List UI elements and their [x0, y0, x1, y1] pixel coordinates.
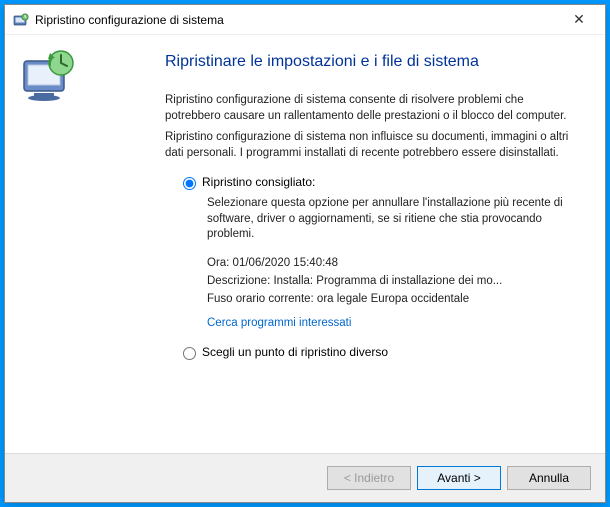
description-1: Ripristino configurazione di sistema con…: [165, 93, 577, 124]
side-graphic-area: [5, 35, 155, 453]
close-button[interactable]: ✕: [559, 6, 599, 34]
affected-programs-link[interactable]: Cerca programmi interessati: [207, 317, 351, 329]
restore-options: Ripristino consigliato: Selezionare ques…: [165, 175, 577, 360]
choose-restore-point-label: Scegli un punto di ripristino diverso: [202, 345, 388, 359]
recommended-restore-option[interactable]: Ripristino consigliato:: [183, 175, 577, 190]
system-restore-dialog: Ripristino configurazione di sistema ✕ R…: [4, 4, 606, 503]
main-content: Ripristinare le impostazioni e i file di…: [155, 35, 605, 453]
window-title: Ripristino configurazione di sistema: [35, 13, 559, 27]
dialog-footer: < Indietro Avanti > Annulla: [5, 453, 605, 502]
next-button[interactable]: Avanti >: [417, 466, 501, 490]
page-heading: Ripristinare le impostazioni e i file di…: [165, 53, 577, 71]
titlebar: Ripristino configurazione di sistema ✕: [5, 5, 605, 35]
recommended-restore-details: Selezionare questa opzione per annullare…: [207, 196, 577, 329]
recommended-restore-radio[interactable]: [183, 177, 196, 190]
cancel-button[interactable]: Annulla: [507, 466, 591, 490]
recommended-restore-label: Ripristino consigliato:: [202, 175, 315, 189]
restore-graphic-icon: [19, 49, 79, 104]
close-icon: ✕: [573, 11, 585, 28]
app-icon: [13, 12, 29, 28]
restore-time: Ora: 01/06/2020 15:40:48: [207, 257, 577, 269]
recommended-restore-subtext: Selezionare questa opzione per annullare…: [207, 196, 577, 243]
choose-restore-point-option[interactable]: Scegli un punto di ripristino diverso: [183, 345, 577, 360]
restore-timezone: Fuso orario corrente: ora legale Europa …: [207, 293, 577, 305]
restore-description: Descrizione: Installa: Programma di inst…: [207, 275, 577, 287]
dialog-body: Ripristinare le impostazioni e i file di…: [5, 35, 605, 453]
back-button: < Indietro: [327, 466, 411, 490]
choose-restore-point-radio[interactable]: [183, 347, 196, 360]
description-2: Ripristino configurazione di sistema non…: [165, 130, 577, 161]
